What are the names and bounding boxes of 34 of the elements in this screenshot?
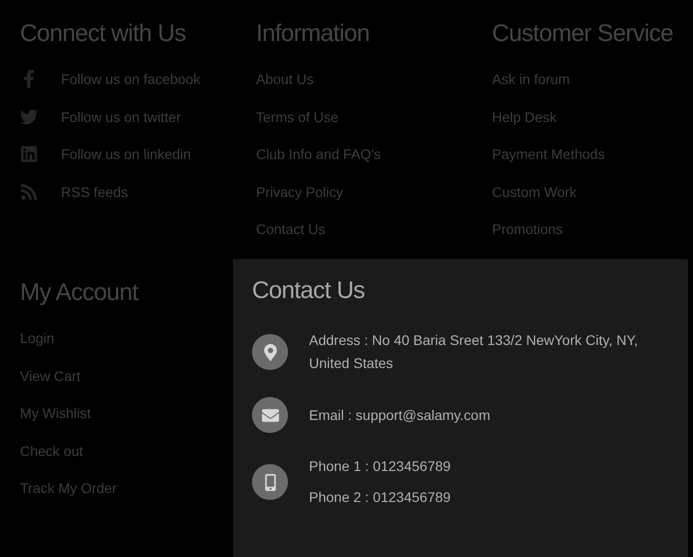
social-link[interactable]: RSS feeds [61,182,128,202]
footer-link[interactable]: Terms of Use [256,106,338,126]
mobile-phone-icon [252,464,288,500]
bird-icon[interactable] [20,108,38,126]
envelope-icon [252,397,288,433]
column-heading: Connect with Us [20,20,187,48]
social-link[interactable]: Follow us on facebook [61,69,200,89]
panel-heading: Contact Us [252,277,366,305]
contact-text: Address : No 40 Baria Sreet 133/2 NewYork City, NY, United States [309,331,639,373]
footer-link[interactable]: Track My Order [20,478,117,498]
footer-link[interactable]: Custom Work [492,182,577,202]
contact-text: Email : support@salamy.com [309,406,490,425]
social-link[interactable]: Follow us on twitter [61,106,181,126]
location-pin-icon [252,334,288,370]
column-heading: Customer Service [492,20,674,48]
footer-link[interactable]: Promotions [492,219,563,239]
footer-link[interactable]: About Us [256,69,314,89]
linkedin-icon[interactable] [20,145,38,163]
contact-text: Phone 1 : 0123456789 [309,457,451,476]
footer-link[interactable]: View Cart [20,366,80,386]
footer-link[interactable]: Check out [20,440,84,460]
footer-link[interactable]: Club Info and FAQ's [256,144,381,164]
footer-link[interactable]: Privacy Policy [256,182,344,202]
footer-link[interactable]: Ask in forum [492,69,570,89]
column-heading: My Account [20,279,140,307]
rss-icon[interactable] [20,182,38,200]
footer-link[interactable]: Help Desk [492,106,557,126]
social-link[interactable]: Follow us on linkedin [61,144,191,164]
column-heading: Information [256,20,370,48]
footer-link[interactable]: My Wishlist [20,403,91,423]
footer-link[interactable]: Payment Methods [492,144,605,164]
footer-link[interactable]: Contact Us [256,219,326,239]
footer-link[interactable]: Login [20,328,54,348]
contact-text: Phone 2 : 0123456789 [309,488,451,507]
